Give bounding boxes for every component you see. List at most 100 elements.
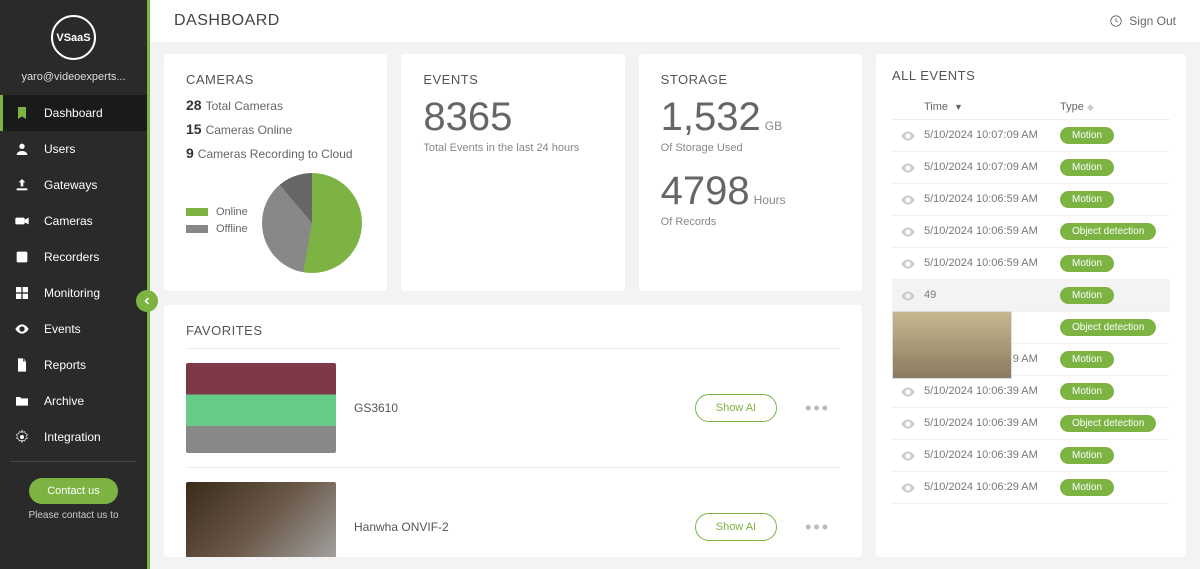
contact-us-button[interactable]: Contact us (29, 478, 118, 504)
sidebar-item-archive[interactable]: Archive (0, 383, 147, 419)
events-value: 8365 (423, 97, 602, 137)
event-type-badge: Motion (1060, 191, 1114, 208)
nav-label: Cameras (44, 214, 93, 228)
upload-icon (14, 177, 30, 193)
content: CAMERAS 28Total Cameras 15Cameras Online… (150, 42, 1200, 569)
event-time: 5/10/2024 10:06:59 AM (924, 257, 1060, 270)
nav-label: Monitoring (44, 286, 100, 300)
event-preview-thumbnail (892, 311, 1012, 379)
favorites-card: FAVORITES GS3610 Show AI ••• Hanwha ONVIF-2… (164, 305, 862, 557)
sidebar-item-dashboard[interactable]: Dashboard (0, 95, 147, 131)
event-row[interactable]: 5/10/2024 10:06:59 AMMotion (892, 184, 1170, 216)
legend-swatch-offline (186, 225, 208, 233)
brand-logo: VSaaS (0, 0, 147, 65)
camera-icon (14, 213, 30, 229)
event-row[interactable]: 5/10/2024 10:06:59 AMMotion (892, 248, 1170, 280)
storage-hours-label: Of Records (661, 215, 840, 229)
all-events-panel: ALL EVENTS Time ▼ Type ◆ 5/10/2024 10:07… (876, 54, 1186, 557)
storage-card: STORAGE 1,532 GB Of Storage Used 4798 Hour… (639, 54, 862, 291)
event-row[interactable]: 5/10/2024 10:06:39 AMMotion (892, 376, 1170, 408)
storage-size-label: Of Storage Used (661, 141, 840, 155)
sort-desc-icon: ▼ (954, 102, 963, 112)
event-time: 5/10/2024 10:06:39 AM (924, 385, 1060, 398)
event-type-badge: Motion (1060, 351, 1114, 368)
legend-swatch-online (186, 208, 208, 216)
nav-label: Dashboard (44, 106, 103, 120)
event-row[interactable]: 5/10/2024 10:07:09 AMMotion (892, 120, 1170, 152)
events-table-header: Time ▼ Type ◆ (892, 95, 1170, 120)
events-card: EVENTS 8365 Total Events in the last 24 … (401, 54, 624, 291)
camera-thumbnail[interactable] (186, 482, 336, 557)
nav-label: Integration (44, 430, 101, 444)
cloud-cameras-label: Cameras Recording to Cloud (198, 147, 353, 161)
cameras-card-title: CAMERAS (186, 72, 365, 87)
eye-icon (892, 384, 924, 400)
col-time-header[interactable]: Time ▼ (924, 101, 1060, 113)
eye-icon (892, 160, 924, 176)
sign-out-link[interactable]: Sign Out (1109, 14, 1176, 28)
event-row[interactable]: 5/10/2024 10:07:09 AMMotion (892, 152, 1170, 184)
sidebar-item-recorders[interactable]: Recorders (0, 239, 147, 275)
favorite-camera-name: Hanwha ONVIF-2 (354, 520, 677, 534)
user-email: yaro@videoexperts... (0, 65, 147, 95)
pie-legend: Online Offline (186, 206, 248, 240)
page-title: DASHBOARD (174, 12, 280, 30)
sign-out-label: Sign Out (1129, 14, 1176, 28)
storage-hours-value: 4798 (661, 169, 750, 213)
favorite-camera-name: GS3610 (354, 401, 677, 415)
eye-icon (892, 192, 924, 208)
camera-thumbnail[interactable] (186, 363, 336, 453)
event-time: 5/10/2024 10:07:09 AM (924, 129, 1060, 142)
event-type-badge: Object detection (1060, 415, 1156, 432)
more-options-icon[interactable]: ••• (795, 398, 840, 419)
eye-icon (892, 480, 924, 496)
event-row[interactable]: 5/10/2024 10:06:39 AMMotion (892, 440, 1170, 472)
nav-label: Recorders (44, 250, 99, 264)
sidebar-item-integration[interactable]: Integration (0, 419, 147, 455)
event-type-badge: Object detection (1060, 223, 1156, 240)
folder-icon (14, 393, 30, 409)
contact-note: Please contact us to (0, 510, 147, 521)
events-label: Total Events in the last 24 hours (423, 141, 602, 155)
eye-icon (14, 321, 30, 337)
storage-size-unit: GB (765, 119, 782, 133)
event-type-badge: Motion (1060, 447, 1114, 464)
gear-icon (14, 429, 30, 445)
sidebar-item-gateways[interactable]: Gateways (0, 167, 147, 203)
favorite-row: GS3610 Show AI ••• (186, 348, 840, 468)
event-type-badge: Motion (1060, 159, 1114, 176)
storage-size-value: 1,532 (661, 95, 761, 139)
sidebar-item-cameras[interactable]: Cameras (0, 203, 147, 239)
event-row[interactable]: 5/10/2024 10:06:29 AMMotion (892, 472, 1170, 504)
event-time: 5/10/2024 10:06:29 AM (924, 481, 1060, 494)
show-ai-button[interactable]: Show AI (695, 394, 777, 422)
sidebar-separator (10, 461, 137, 462)
user-icon (14, 141, 30, 157)
col-type-header[interactable]: Type ◆ (1060, 101, 1170, 113)
sidebar-item-users[interactable]: Users (0, 131, 147, 167)
legend-online-label: Online (216, 206, 248, 218)
event-row[interactable]: 5/10/2024 10:06:39 AMObject detection (892, 408, 1170, 440)
event-time: 5/10/2024 10:06:39 AM (924, 449, 1060, 462)
more-options-icon[interactable]: ••• (795, 517, 840, 538)
event-time: 5/10/2024 10:06:39 AM (924, 417, 1060, 430)
event-row[interactable]: 5/10/2024 10:06:59 AMObject detection (892, 216, 1170, 248)
total-cameras-label: Total Cameras (206, 99, 283, 113)
sidebar-item-events[interactable]: Events (0, 311, 147, 347)
online-cameras-label: Cameras Online (206, 123, 293, 137)
legend-offline-label: Offline (216, 223, 248, 235)
storage-hours-unit: Hours (754, 193, 786, 207)
sidebar-item-reports[interactable]: Reports (0, 347, 147, 383)
cloud-cameras-value: 9 (186, 145, 194, 161)
eye-icon (892, 416, 924, 432)
favorites-title: FAVORITES (186, 323, 840, 338)
recorder-icon (14, 249, 30, 265)
event-row[interactable]: 49Motion (892, 280, 1170, 312)
sidebar-collapse-button[interactable] (136, 290, 158, 312)
storage-card-title: STORAGE (661, 72, 840, 87)
event-time: 49 (924, 289, 1060, 302)
show-ai-button[interactable]: Show AI (695, 513, 777, 541)
event-time: 5/10/2024 10:07:09 AM (924, 161, 1060, 174)
sidebar-item-monitoring[interactable]: Monitoring (0, 275, 147, 311)
bookmark-icon (14, 105, 30, 121)
